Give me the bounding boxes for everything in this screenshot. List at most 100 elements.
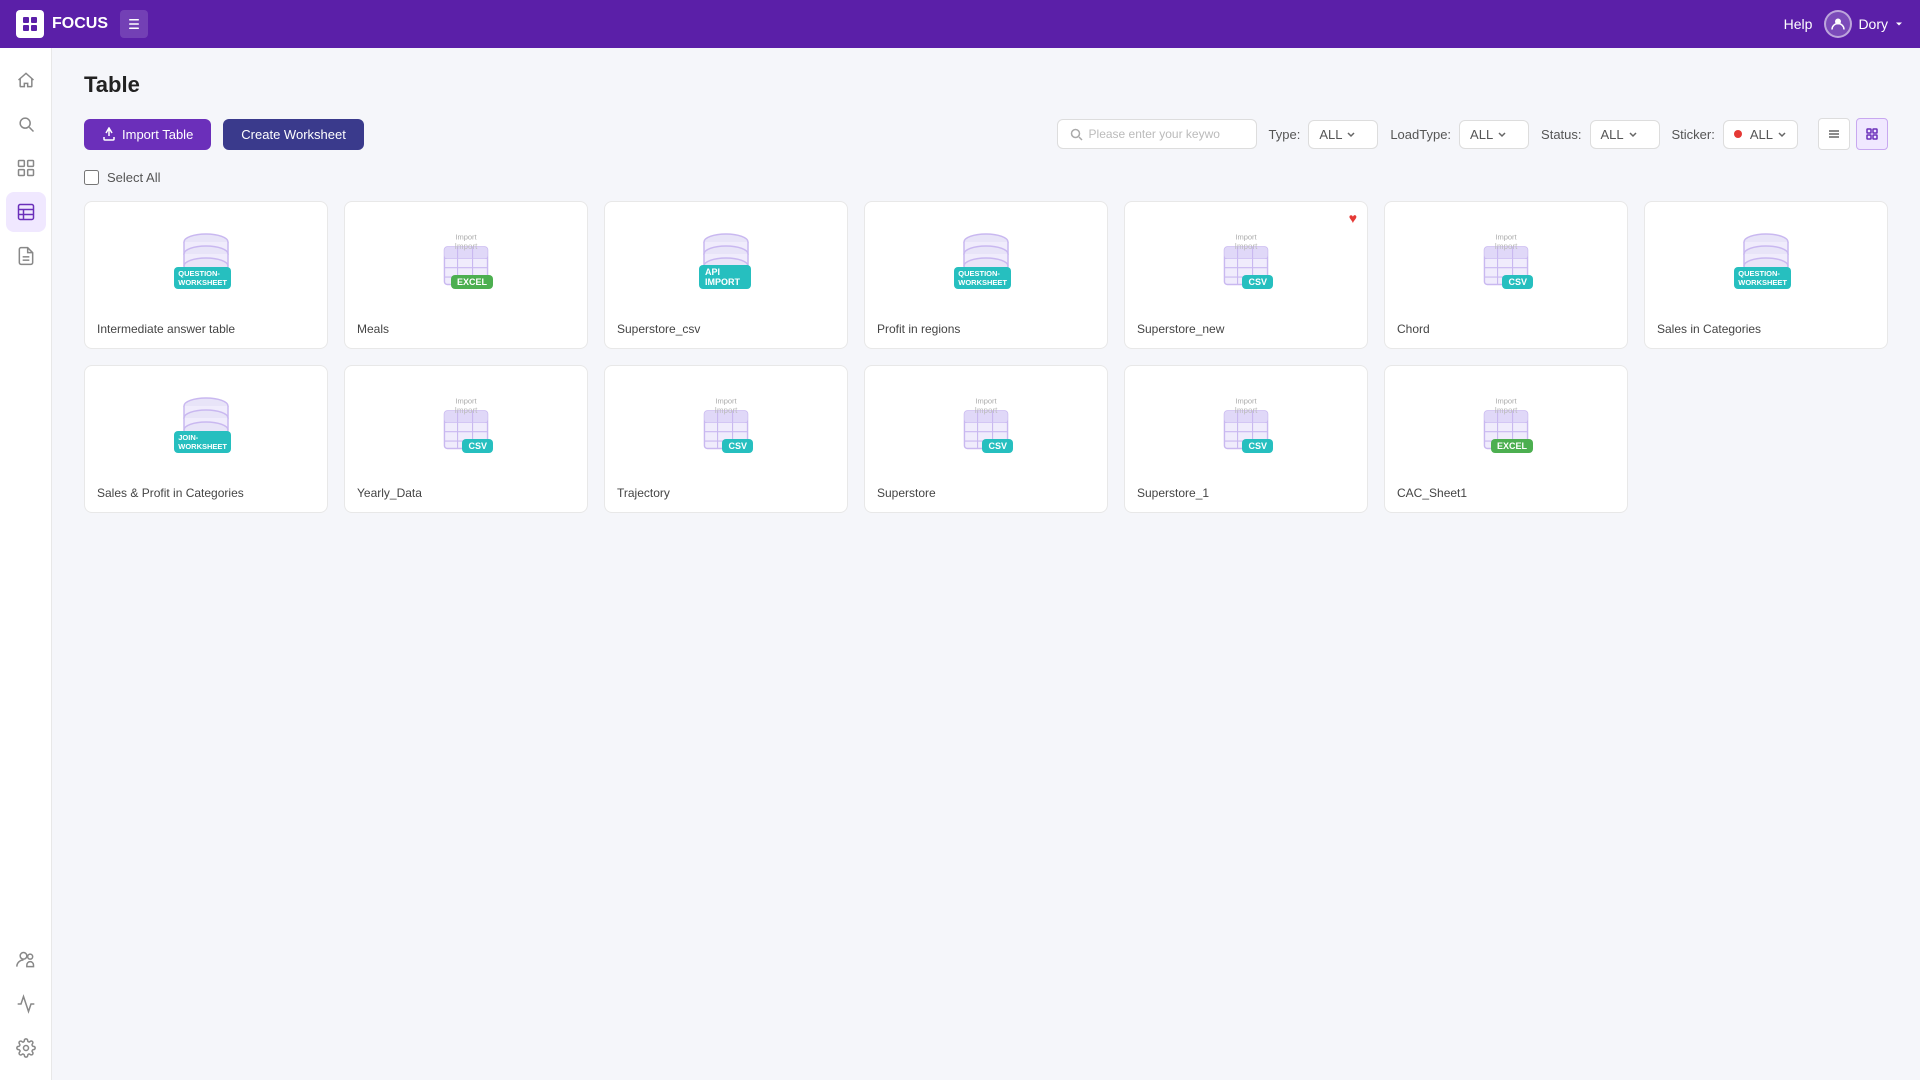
table-card[interactable]: Import Import EXCEL Meals [344,201,588,349]
content-area: Table Import Table Create Worksheet Plea… [52,48,1920,1080]
grid-view-button[interactable] [1856,118,1888,150]
icon-wrapper: Import Import CSV [1217,396,1275,461]
sidebar-item-search[interactable] [6,104,46,144]
import-label: Import [975,406,998,415]
badge: Join-Worksheet [174,431,231,453]
badge: Question-Worksheet [954,267,1011,289]
sidebar-item-dashboard[interactable] [6,148,46,188]
type-label: Type: [1269,127,1301,142]
import-label: Import [1235,406,1258,415]
table-card[interactable]: Import Import CSV Superstore_1 [1124,365,1368,513]
icon-wrapper: Question-Worksheet [179,232,233,297]
import-label: Import [1495,406,1518,415]
sticker-filter: Sticker: ALL [1672,120,1798,149]
svg-text:Import: Import [715,396,737,405]
icon-wrapper: Import Import CSV [437,396,495,461]
import-label: Import [455,406,478,415]
topnav: FOCUS Help Dory [0,0,1920,48]
badge: Question-Worksheet [1734,267,1791,289]
table-card[interactable]: Question-Worksheet Intermediate answer t… [84,201,328,349]
card-icon-area: API Import [617,214,835,314]
sidebar [0,48,52,1080]
list-view-button[interactable] [1818,118,1850,150]
select-all-checkbox[interactable] [84,170,99,185]
sticker-select[interactable]: ALL [1723,120,1798,149]
user-menu[interactable]: Dory [1824,10,1904,38]
type-select[interactable]: ALL [1308,120,1378,149]
badge: EXCEL [1491,439,1533,453]
app-logo[interactable]: FOCUS [16,10,108,38]
icon-wrapper: Join-Worksheet [179,396,233,461]
sidebar-item-analytics[interactable] [6,984,46,1024]
sidebar-item-users[interactable] [6,940,46,980]
toolbar: Import Table Create Worksheet Please ent… [84,118,1888,150]
table-card[interactable]: Import Import EXCEL CAC_Sheet1 [1384,365,1628,513]
badge: EXCEL [451,275,493,289]
card-name: Superstore_1 [1137,486,1355,500]
table-card[interactable]: API Import Superstore_csv [604,201,848,349]
card-name: Intermediate answer table [97,322,315,336]
main-layout: Table Import Table Create Worksheet Plea… [0,48,1920,1080]
loadtype-select[interactable]: ALL [1459,120,1529,149]
import-label: Import [1495,242,1518,251]
status-label: Status: [1541,127,1581,142]
import-table-label: Import Table [122,127,193,142]
sidebar-item-settings[interactable] [6,1028,46,1068]
status-select[interactable]: ALL [1590,120,1660,149]
card-icon-area: Question-Worksheet [97,214,315,314]
help-link[interactable]: Help [1784,16,1813,32]
sidebar-item-reports[interactable] [6,236,46,276]
type-value: ALL [1319,127,1342,142]
icon-wrapper: Import Import CSV [1477,232,1535,297]
badge: CSV [1242,439,1273,453]
badge: API Import [699,265,751,289]
search-icon [1070,128,1083,141]
search-box[interactable]: Please enter your keywo [1057,119,1257,149]
badge: CSV [1242,275,1273,289]
icon-wrapper: Import Import CSV [697,396,755,461]
badge: CSV [982,439,1013,453]
card-name: CAC_Sheet1 [1397,486,1615,500]
create-worksheet-label: Create Worksheet [241,127,346,142]
loadtype-label: LoadType: [1390,127,1451,142]
svg-text:Import: Import [1235,396,1257,405]
table-card[interactable]: ♥ Import Import CSV Superstore_new [1124,201,1368,349]
import-label: Import [455,242,478,251]
icon-wrapper: Question-Worksheet [1739,232,1793,297]
icon-wrapper: Import Import CSV [957,396,1015,461]
card-name: Chord [1397,322,1615,336]
card-icon-area: Question-Worksheet [1657,214,1875,314]
table-card[interactable]: Join-Worksheet Sales & Profit in Categor… [84,365,328,513]
add-button[interactable] [120,10,148,38]
import-label: Import [1235,242,1258,251]
card-icon-area: Question-Worksheet [877,214,1095,314]
sidebar-item-home[interactable] [6,60,46,100]
select-all-label: Select All [107,170,160,185]
chevron-down-icon [1894,19,1904,29]
create-worksheet-button[interactable]: Create Worksheet [223,119,364,150]
card-name: Sales & Profit in Categories [97,486,315,500]
import-table-button[interactable]: Import Table [84,119,211,150]
search-placeholder: Please enter your keywo [1089,127,1220,141]
card-name: Sales in Categories [1657,322,1875,336]
table-card[interactable]: Import Import CSV Superstore [864,365,1108,513]
loadtype-value: ALL [1470,127,1493,142]
table-card[interactable]: Import Import CSV Chord [1384,201,1628,349]
card-name: Profit in regions [877,322,1095,336]
svg-text:Import: Import [975,396,997,405]
page-title: Table [84,72,1888,98]
table-card[interactable]: Question-Worksheet Profit in regions [864,201,1108,349]
table-card[interactable]: Import Import CSV Yearly_Data [344,365,588,513]
badge: CSV [1502,275,1533,289]
import-label: Import [715,406,738,415]
logo-icon [16,10,44,38]
card-icon-area: Join-Worksheet [97,378,315,478]
icon-wrapper: API Import [699,232,753,297]
card-icon-area: Import Import CSV [1397,214,1615,314]
type-chevron-icon [1346,129,1356,139]
card-icon-area: Import Import CSV [357,378,575,478]
table-card[interactable]: Import Import CSV Trajectory [604,365,848,513]
sidebar-item-table[interactable] [6,192,46,232]
badge: CSV [722,439,753,453]
table-card[interactable]: Question-Worksheet Sales in Categories [1644,201,1888,349]
